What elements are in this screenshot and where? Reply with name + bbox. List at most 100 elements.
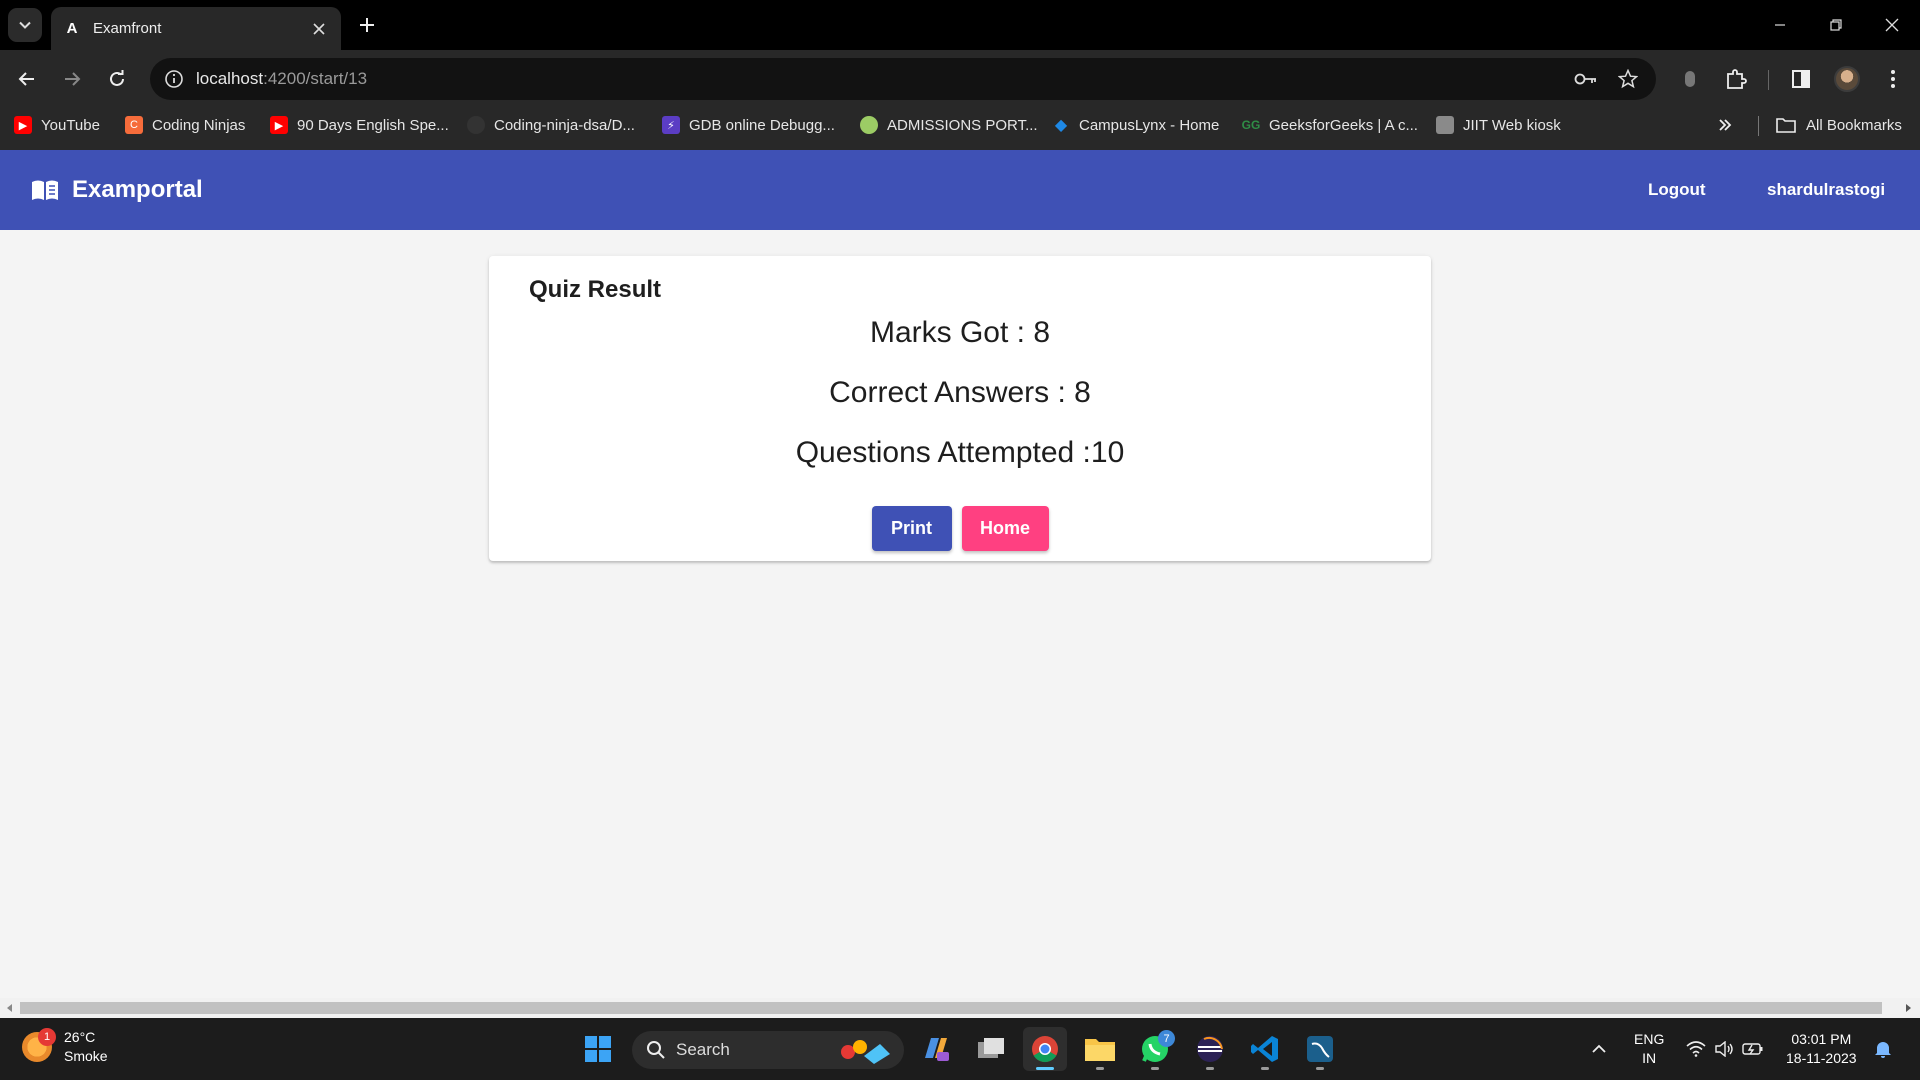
username-link[interactable]: shardulrastogi	[1767, 150, 1885, 230]
address-bar[interactable]: localhost:4200/start/13	[150, 58, 1656, 100]
clock[interactable]: 03:01 PM 18-11-2023	[1786, 1018, 1857, 1080]
minimize-button[interactable]	[1752, 0, 1808, 50]
scrollbar-thumb[interactable]	[20, 1002, 1882, 1014]
taskbar-mysql-workbench[interactable]	[1298, 1027, 1342, 1071]
show-hidden-icons[interactable]	[1591, 1018, 1607, 1080]
geeksforgeeks-icon: GG	[1241, 118, 1261, 132]
weather-sun-icon: 1	[22, 1028, 56, 1062]
battery-charging-icon	[1742, 1043, 1763, 1055]
scroll-right-icon[interactable]	[1900, 1000, 1916, 1016]
bookmark-label: CampusLynx - Home	[1079, 116, 1220, 134]
minimize-icon	[1775, 24, 1785, 26]
browser-tab-strip: A Examfront	[0, 0, 1920, 50]
taskbar-eclipse[interactable]	[1188, 1027, 1232, 1071]
weather-widget[interactable]: 1 26°C Smoke	[22, 1028, 108, 1066]
bookmark-geeksforgeeks[interactable]: GG GeeksforGeeks | A c...	[1242, 108, 1418, 142]
taskbar-chrome[interactable]	[1023, 1027, 1067, 1071]
volume-icon	[1715, 1041, 1733, 1057]
folder-icon	[1776, 118, 1796, 133]
bookmark-jiit-web-kiosk[interactable]: JIIT Web kiosk	[1436, 108, 1561, 142]
bookmark-90-days-english[interactable]: ▶ 90 Days English Spe...	[270, 108, 449, 142]
lang-line1: ENG	[1634, 1031, 1665, 1047]
arrow-left-icon	[18, 72, 34, 86]
clock-date: 18-11-2023	[1786, 1050, 1857, 1066]
plus-icon	[360, 18, 374, 32]
campuslynx-icon: ◆	[1054, 117, 1068, 134]
forward-button[interactable]	[55, 62, 89, 96]
bookmarks-bar: ▶ YouTube C Coding Ninjas ▶ 90 Days Engl…	[0, 108, 1920, 150]
taskbar-whatsapp[interactable]: 7	[1133, 1027, 1177, 1071]
bookmark-youtube[interactable]: ▶ YouTube	[14, 108, 100, 142]
browser-toolbar: localhost:4200/start/13	[0, 50, 1920, 108]
search-placeholder: Search	[676, 1040, 730, 1059]
chrome-icon	[1032, 1036, 1058, 1063]
bookmark-star-icon[interactable]	[1616, 67, 1640, 91]
taskbar-copilot[interactable]	[914, 1027, 958, 1071]
bookmark-admissions-portal[interactable]: ADMISSIONS PORT...	[860, 108, 1038, 142]
site-info-icon[interactable]	[162, 67, 186, 91]
bookmark-label: YouTube	[41, 116, 100, 134]
taskbar-vscode[interactable]	[1243, 1027, 1287, 1071]
taskbar-file-explorer[interactable]	[1078, 1027, 1122, 1071]
all-bookmarks-button[interactable]: All Bookmarks	[1776, 108, 1902, 142]
tab-search-button[interactable]	[8, 8, 42, 42]
side-panel-icon[interactable]	[1784, 62, 1818, 96]
home-button[interactable]: Home	[961, 506, 1049, 551]
bookmark-coding-ninja-dsa[interactable]: Coding-ninja-dsa/D...	[467, 108, 635, 142]
lang-line2: IN	[1642, 1050, 1657, 1066]
close-window-button[interactable]	[1864, 0, 1920, 50]
copilot-icon	[925, 1038, 949, 1061]
taskbar-task-view[interactable]	[969, 1027, 1013, 1071]
close-icon	[1885, 18, 1899, 32]
print-button[interactable]: Print	[871, 506, 952, 551]
bookmark-label: GeeksforGeeks | A c...	[1269, 116, 1418, 134]
search-icon	[647, 1041, 665, 1059]
taskbar-search[interactable]: Search	[632, 1031, 904, 1069]
menu-kebab-icon[interactable]	[1876, 62, 1910, 96]
bookmark-label: ADMISSIONS PORT...	[887, 116, 1038, 134]
url-text: localhost:4200/start/13	[196, 69, 368, 88]
notifications-button[interactable]	[1874, 1018, 1892, 1080]
bookmark-campuslynx[interactable]: ◆ CampusLynx - Home	[1052, 108, 1219, 142]
reload-button[interactable]	[100, 62, 134, 96]
marks-got-text: Marks Got : 8	[869, 316, 1051, 349]
close-tab-icon[interactable]	[309, 19, 329, 39]
more-bookmarks-button[interactable]	[1718, 108, 1732, 142]
bookmark-label: JIIT Web kiosk	[1463, 116, 1561, 134]
profile-avatar[interactable]	[1830, 62, 1864, 96]
language-indicator[interactable]: ENG IN	[1634, 1018, 1664, 1080]
brand[interactable]: Examportal	[30, 150, 203, 230]
app-toolbar: Examportal Logout shardulrastogi	[0, 150, 1920, 230]
brand-name: Examportal	[72, 176, 203, 203]
extension-mouse-icon[interactable]	[1673, 62, 1707, 96]
back-button[interactable]	[10, 62, 44, 96]
quick-settings[interactable]	[1686, 1018, 1764, 1080]
tab-title: Examfront	[93, 20, 162, 37]
menu-book-icon	[30, 178, 60, 202]
restore-button[interactable]	[1808, 0, 1864, 50]
all-bookmarks-label: All Bookmarks	[1806, 116, 1902, 134]
restore-icon	[1830, 19, 1842, 31]
weather-temp: 26°C	[64, 1029, 96, 1045]
wifi-icon	[1686, 1041, 1706, 1057]
scroll-left-icon[interactable]	[2, 1000, 18, 1016]
chevron-down-icon	[19, 21, 31, 29]
weather-desc: Smoke	[64, 1048, 108, 1064]
chevron-up-icon	[1592, 1044, 1606, 1053]
github-icon	[467, 116, 485, 134]
browser-tab-examfront[interactable]: A Examfront	[51, 7, 341, 50]
bookmark-coding-ninjas[interactable]: C Coding Ninjas	[125, 108, 245, 142]
globe-icon	[860, 116, 878, 134]
start-button[interactable]	[576, 1027, 620, 1071]
logout-button[interactable]: Logout	[1648, 150, 1706, 230]
angular-icon: A	[66, 20, 78, 37]
bookmark-gdb-online[interactable]: ⚡ GDB online Debugg...	[662, 108, 835, 142]
bookmark-label: Coding Ninjas	[152, 116, 246, 134]
windows-start-icon	[585, 1036, 611, 1062]
extensions-puzzle-icon[interactable]	[1719, 62, 1753, 96]
new-tab-button[interactable]	[352, 10, 382, 40]
horizontal-scrollbar[interactable]	[0, 998, 1920, 1018]
password-key-icon[interactable]	[1574, 67, 1598, 91]
kiosk-icon	[1436, 116, 1454, 134]
vscode-icon	[1251, 1036, 1278, 1062]
